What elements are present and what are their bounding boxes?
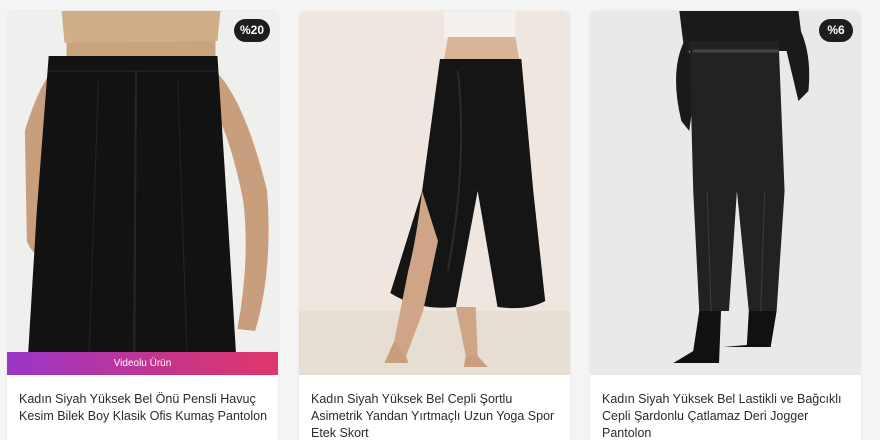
product-image[interactable] bbox=[590, 11, 861, 375]
leather-jogger-image bbox=[590, 11, 861, 375]
product-title[interactable]: Kadın Siyah Yüksek Bel Lastikli ve Bağcı… bbox=[602, 391, 851, 440]
product-title[interactable]: Kadın Siyah Yüksek Bel Önü Pensli Havuç … bbox=[19, 391, 268, 425]
discount-badge: %20 bbox=[233, 19, 270, 42]
video-product-label: Videolu Ürün bbox=[7, 352, 278, 375]
product-title[interactable]: Kadın Siyah Yüksek Bel Cepli Şortlu Asim… bbox=[311, 391, 560, 440]
black-skort-image bbox=[299, 11, 570, 375]
product-card[interactable]: %20 Videolu Ürün Kadın Siyah Yüksek Bel … bbox=[6, 10, 279, 440]
discount-badge: %6 bbox=[819, 19, 853, 42]
product-image[interactable] bbox=[299, 11, 570, 375]
product-card[interactable]: Kadın Siyah Yüksek Bel Cepli Şortlu Asim… bbox=[298, 10, 571, 440]
black-trousers-image bbox=[7, 11, 278, 375]
product-card[interactable]: %6 Kadın Siyah Yüksek Bel Lastikli ve Ba… bbox=[589, 10, 862, 440]
product-image[interactable] bbox=[7, 11, 278, 375]
product-grid: %20 Videolu Ürün Kadın Siyah Yüksek Bel … bbox=[0, 0, 880, 440]
